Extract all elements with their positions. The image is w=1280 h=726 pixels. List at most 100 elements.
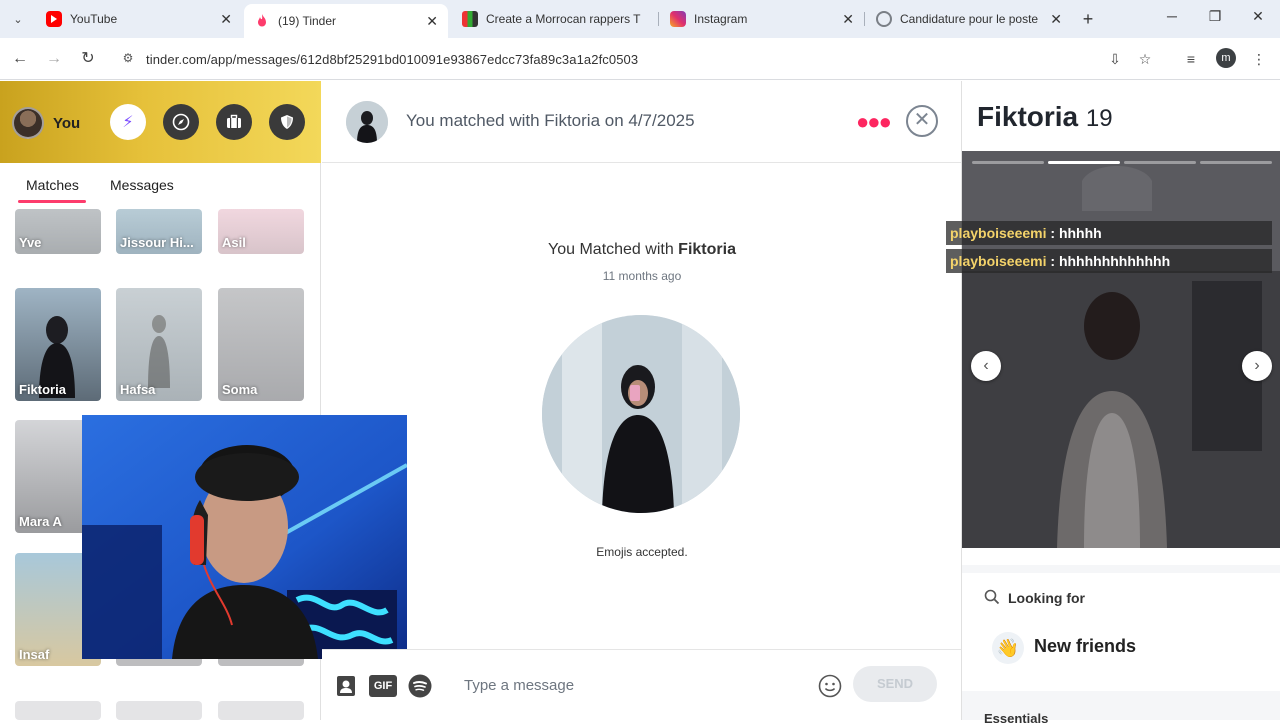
user-label[interactable]: You: [53, 115, 80, 132]
spotify-icon[interactable]: [407, 673, 433, 699]
previous-photo-icon[interactable]: ‹: [971, 351, 1001, 381]
match-prefix: You Matched with: [548, 241, 679, 258]
photo-indicator[interactable]: [1200, 161, 1272, 164]
close-tab-icon[interactable]: ✕: [842, 11, 854, 28]
match-photo-illustration: [542, 315, 740, 513]
match-avatar[interactable]: [346, 101, 388, 143]
close-tab-icon[interactable]: ✕: [426, 13, 438, 30]
forward-arrow-icon[interactable]: →: [44, 49, 64, 69]
site-settings-icon[interactable]: ⚙: [120, 51, 136, 67]
tab-candidature[interactable]: Candidature pour le poste ✕: [866, 4, 1072, 34]
match-name: Yve: [19, 235, 42, 250]
profile-title: Fiktoria 19: [977, 101, 1113, 133]
match-name: Asil: [222, 235, 246, 250]
user-avatar[interactable]: [12, 107, 44, 139]
match-name: Insaf: [19, 647, 50, 662]
tab-instagram[interactable]: Instagram ✕: [660, 4, 864, 34]
reload-icon[interactable]: ↻: [78, 49, 98, 69]
next-photo-icon[interactable]: ›: [1242, 351, 1272, 381]
tab-search-icon[interactable]: ⌄: [8, 9, 28, 29]
match-name: Hafsa: [120, 382, 156, 397]
message-input[interactable]: [464, 674, 804, 696]
menu-kebab-icon[interactable]: ⋮: [1248, 48, 1270, 70]
bookmark-star-icon[interactable]: ☆: [1134, 48, 1156, 70]
new-tab-button[interactable]: +: [1078, 9, 1098, 29]
tab-title: Instagram: [694, 12, 748, 26]
message-composer: GIF SEND: [322, 649, 962, 720]
webcam-overlay: [82, 415, 407, 659]
close-tab-icon[interactable]: ✕: [1050, 11, 1062, 28]
comment-text: : hhhhhhhhhhhhh: [1046, 253, 1171, 269]
emoji-picker-icon[interactable]: [817, 673, 843, 699]
tab-title: (19) Tinder: [278, 14, 337, 28]
explore-compass-icon[interactable]: [163, 104, 199, 140]
profile-age: 19: [1085, 105, 1113, 132]
profile-photo-carousel[interactable]: ‹ ›: [962, 151, 1280, 548]
match-name: Fiktoria: [19, 382, 66, 397]
live-comment: playboiseeemi : hhhhh: [946, 221, 1272, 245]
comment-text: : hhhhh: [1046, 225, 1102, 241]
match-card[interactable]: Jissour Hi...: [116, 209, 202, 254]
active-tab-indicator: [18, 200, 86, 203]
live-comment: playboiseeemi : hhhhhhhhhhhhh: [946, 249, 1272, 273]
match-card[interactable]: Soma: [218, 288, 304, 401]
tab-youtube[interactable]: YouTube ✕: [36, 4, 242, 34]
match-card[interactable]: [116, 701, 202, 720]
chat-header-title: You matched with Fiktoria on 4/7/2025: [406, 111, 695, 130]
photo-indicator[interactable]: [1124, 161, 1196, 164]
match-card[interactable]: [218, 701, 304, 720]
profile-photo: [962, 151, 1280, 548]
profile-panel: Fiktoria 19 ‹ › Looking for 👋 New friend…: [961, 81, 1280, 726]
minimize-icon[interactable]: ─: [1162, 8, 1182, 24]
search-icon: [984, 589, 1000, 610]
briefcase-icon[interactable]: [216, 104, 252, 140]
looking-for-card: Looking for 👋 New friends: [962, 573, 1280, 691]
looking-for-value: New friends: [1034, 636, 1137, 656]
comment-user: playboiseeemi: [950, 225, 1047, 241]
match-card[interactable]: Asil: [218, 209, 304, 254]
tab-title: Create a Morrocan rappers T: [486, 12, 641, 26]
match-profile-photo[interactable]: [542, 315, 740, 513]
waving-hand-icon: 👋: [992, 632, 1024, 664]
match-name-bold: Fiktoria: [678, 241, 736, 258]
webcam-feed: [82, 415, 407, 659]
browser-tab-bar: ⌄ YouTube ✕ (19) Tinder ✕ Create a Morro…: [0, 0, 1280, 38]
looking-for-label: Looking for: [1008, 590, 1085, 606]
essentials-heading: Essentials: [984, 711, 1049, 726]
chat-header: You matched with Fiktoria on 4/7/2025 ●●…: [322, 81, 962, 163]
tab-separator: [658, 12, 659, 26]
gif-button[interactable]: GIF: [369, 675, 397, 697]
back-arrow-icon[interactable]: ←: [10, 49, 30, 69]
profile-avatar[interactable]: m: [1216, 48, 1236, 68]
globe-icon: [876, 11, 892, 27]
comment-user: playboiseeemi: [950, 253, 1047, 269]
match-card[interactable]: Yve: [15, 209, 101, 254]
tab-matches[interactable]: Matches: [26, 177, 79, 193]
safety-shield-icon[interactable]: [269, 104, 305, 140]
close-chat-icon[interactable]: ✕: [906, 105, 938, 137]
photo-indicator-active[interactable]: [1048, 161, 1120, 164]
media-control-icon[interactable]: ≡: [1180, 48, 1202, 70]
tab-morrocan-rappers[interactable]: Create a Morrocan rappers T: [452, 4, 658, 34]
address-bar[interactable]: ⚙ tinder.com/app/messages/612d8bf25291bd…: [112, 43, 1266, 75]
install-app-icon[interactable]: ⇩: [1104, 48, 1126, 70]
sidebar-header: You ⚡: [0, 81, 321, 163]
contact-card-icon[interactable]: [333, 673, 359, 699]
tab-messages[interactable]: Messages: [110, 177, 174, 193]
match-card[interactable]: [15, 701, 101, 720]
match-card-selected[interactable]: Fiktoria: [15, 288, 101, 401]
match-card[interactable]: Hafsa: [116, 288, 202, 401]
photo-indicator[interactable]: [972, 161, 1044, 164]
profile-details: Looking for 👋 New friends Essentials: [962, 565, 1280, 726]
url-text[interactable]: tinder.com/app/messages/612d8bf25291bd01…: [146, 52, 638, 67]
tab-tinder[interactable]: (19) Tinder ✕: [244, 4, 448, 38]
more-options-icon[interactable]: ●●●: [856, 109, 892, 135]
tab-separator: [864, 12, 865, 26]
close-tab-icon[interactable]: ✕: [220, 11, 232, 28]
boost-bolt-icon[interactable]: ⚡: [110, 104, 146, 140]
restore-icon[interactable]: ❐: [1205, 8, 1225, 25]
match-name: Jissour Hi...: [120, 235, 194, 250]
youtube-icon: [46, 11, 62, 27]
window-close-icon[interactable]: ✕: [1248, 8, 1268, 25]
send-button[interactable]: SEND: [853, 666, 937, 702]
